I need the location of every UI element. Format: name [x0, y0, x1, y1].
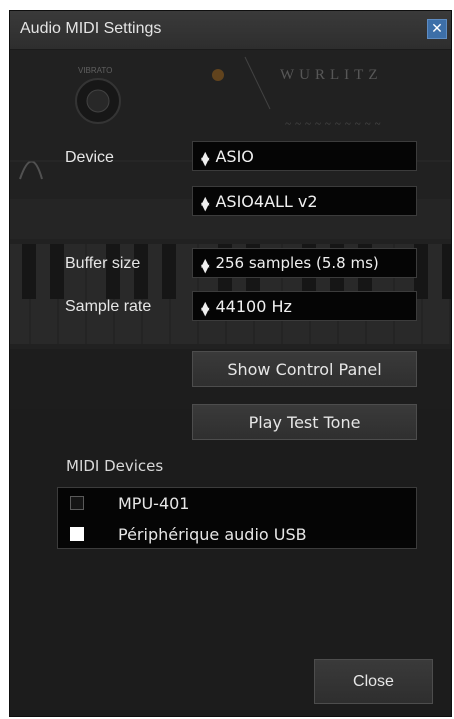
buffer-size-label: Buffer size	[65, 255, 141, 272]
close-button[interactable]: Close	[314, 659, 433, 704]
sample-rate-select[interactable]: ▲ ▼ 44100 Hz	[192, 291, 417, 321]
title-bar: Audio MIDI Settings ✕	[10, 11, 451, 50]
device-label: Device	[65, 149, 114, 166]
sample-rate-label: Sample rate	[65, 298, 152, 315]
buffer-size-value: 256 samples (5.8 ms)	[215, 254, 379, 272]
checkbox-icon[interactable]	[70, 496, 84, 510]
svg-text:~~~~~~~~~~: ~~~~~~~~~~	[285, 118, 385, 130]
device-value: ASIO	[215, 146, 254, 166]
sample-rate-value: 44100 Hz	[215, 296, 292, 316]
driver-select[interactable]: ▲ ▼ ASIO4ALL v2	[192, 186, 417, 216]
updown-arrows-icon: ▲ ▼	[201, 298, 210, 318]
window-title: Audio MIDI Settings	[20, 20, 162, 37]
updown-arrows-icon: ▲ ▼	[201, 148, 210, 168]
midi-device-name: Périphérique audio USB	[118, 524, 307, 544]
midi-device-row[interactable]: MPU-401	[70, 493, 189, 513]
midi-devices-title: MIDI Devices	[66, 457, 164, 475]
midi-devices-list: MPU-401 Périphérique audio USB	[57, 487, 417, 549]
show-control-panel-button[interactable]: Show Control Panel	[192, 351, 417, 387]
knob-label: VIBRATO	[78, 66, 112, 75]
audio-midi-settings-window: Audio MIDI Settings ✕ VIBRATO WURLITZ ~~…	[9, 10, 452, 717]
device-select[interactable]: ▲ ▼ ASIO	[192, 141, 417, 171]
play-test-tone-button[interactable]: Play Test Tone	[192, 404, 417, 440]
checkbox-icon[interactable]	[70, 527, 84, 541]
brand-text: WURLITZ	[280, 67, 382, 83]
close-icon[interactable]: ✕	[427, 19, 447, 39]
midi-device-name: MPU-401	[118, 493, 190, 513]
midi-device-row[interactable]: Périphérique audio USB	[70, 524, 307, 544]
buffer-size-select[interactable]: ▲ ▼ 256 samples (5.8 ms)	[192, 248, 417, 278]
updown-arrows-icon: ▲ ▼	[201, 255, 210, 275]
driver-value: ASIO4ALL v2	[215, 191, 318, 211]
updown-arrows-icon: ▲ ▼	[201, 193, 210, 213]
